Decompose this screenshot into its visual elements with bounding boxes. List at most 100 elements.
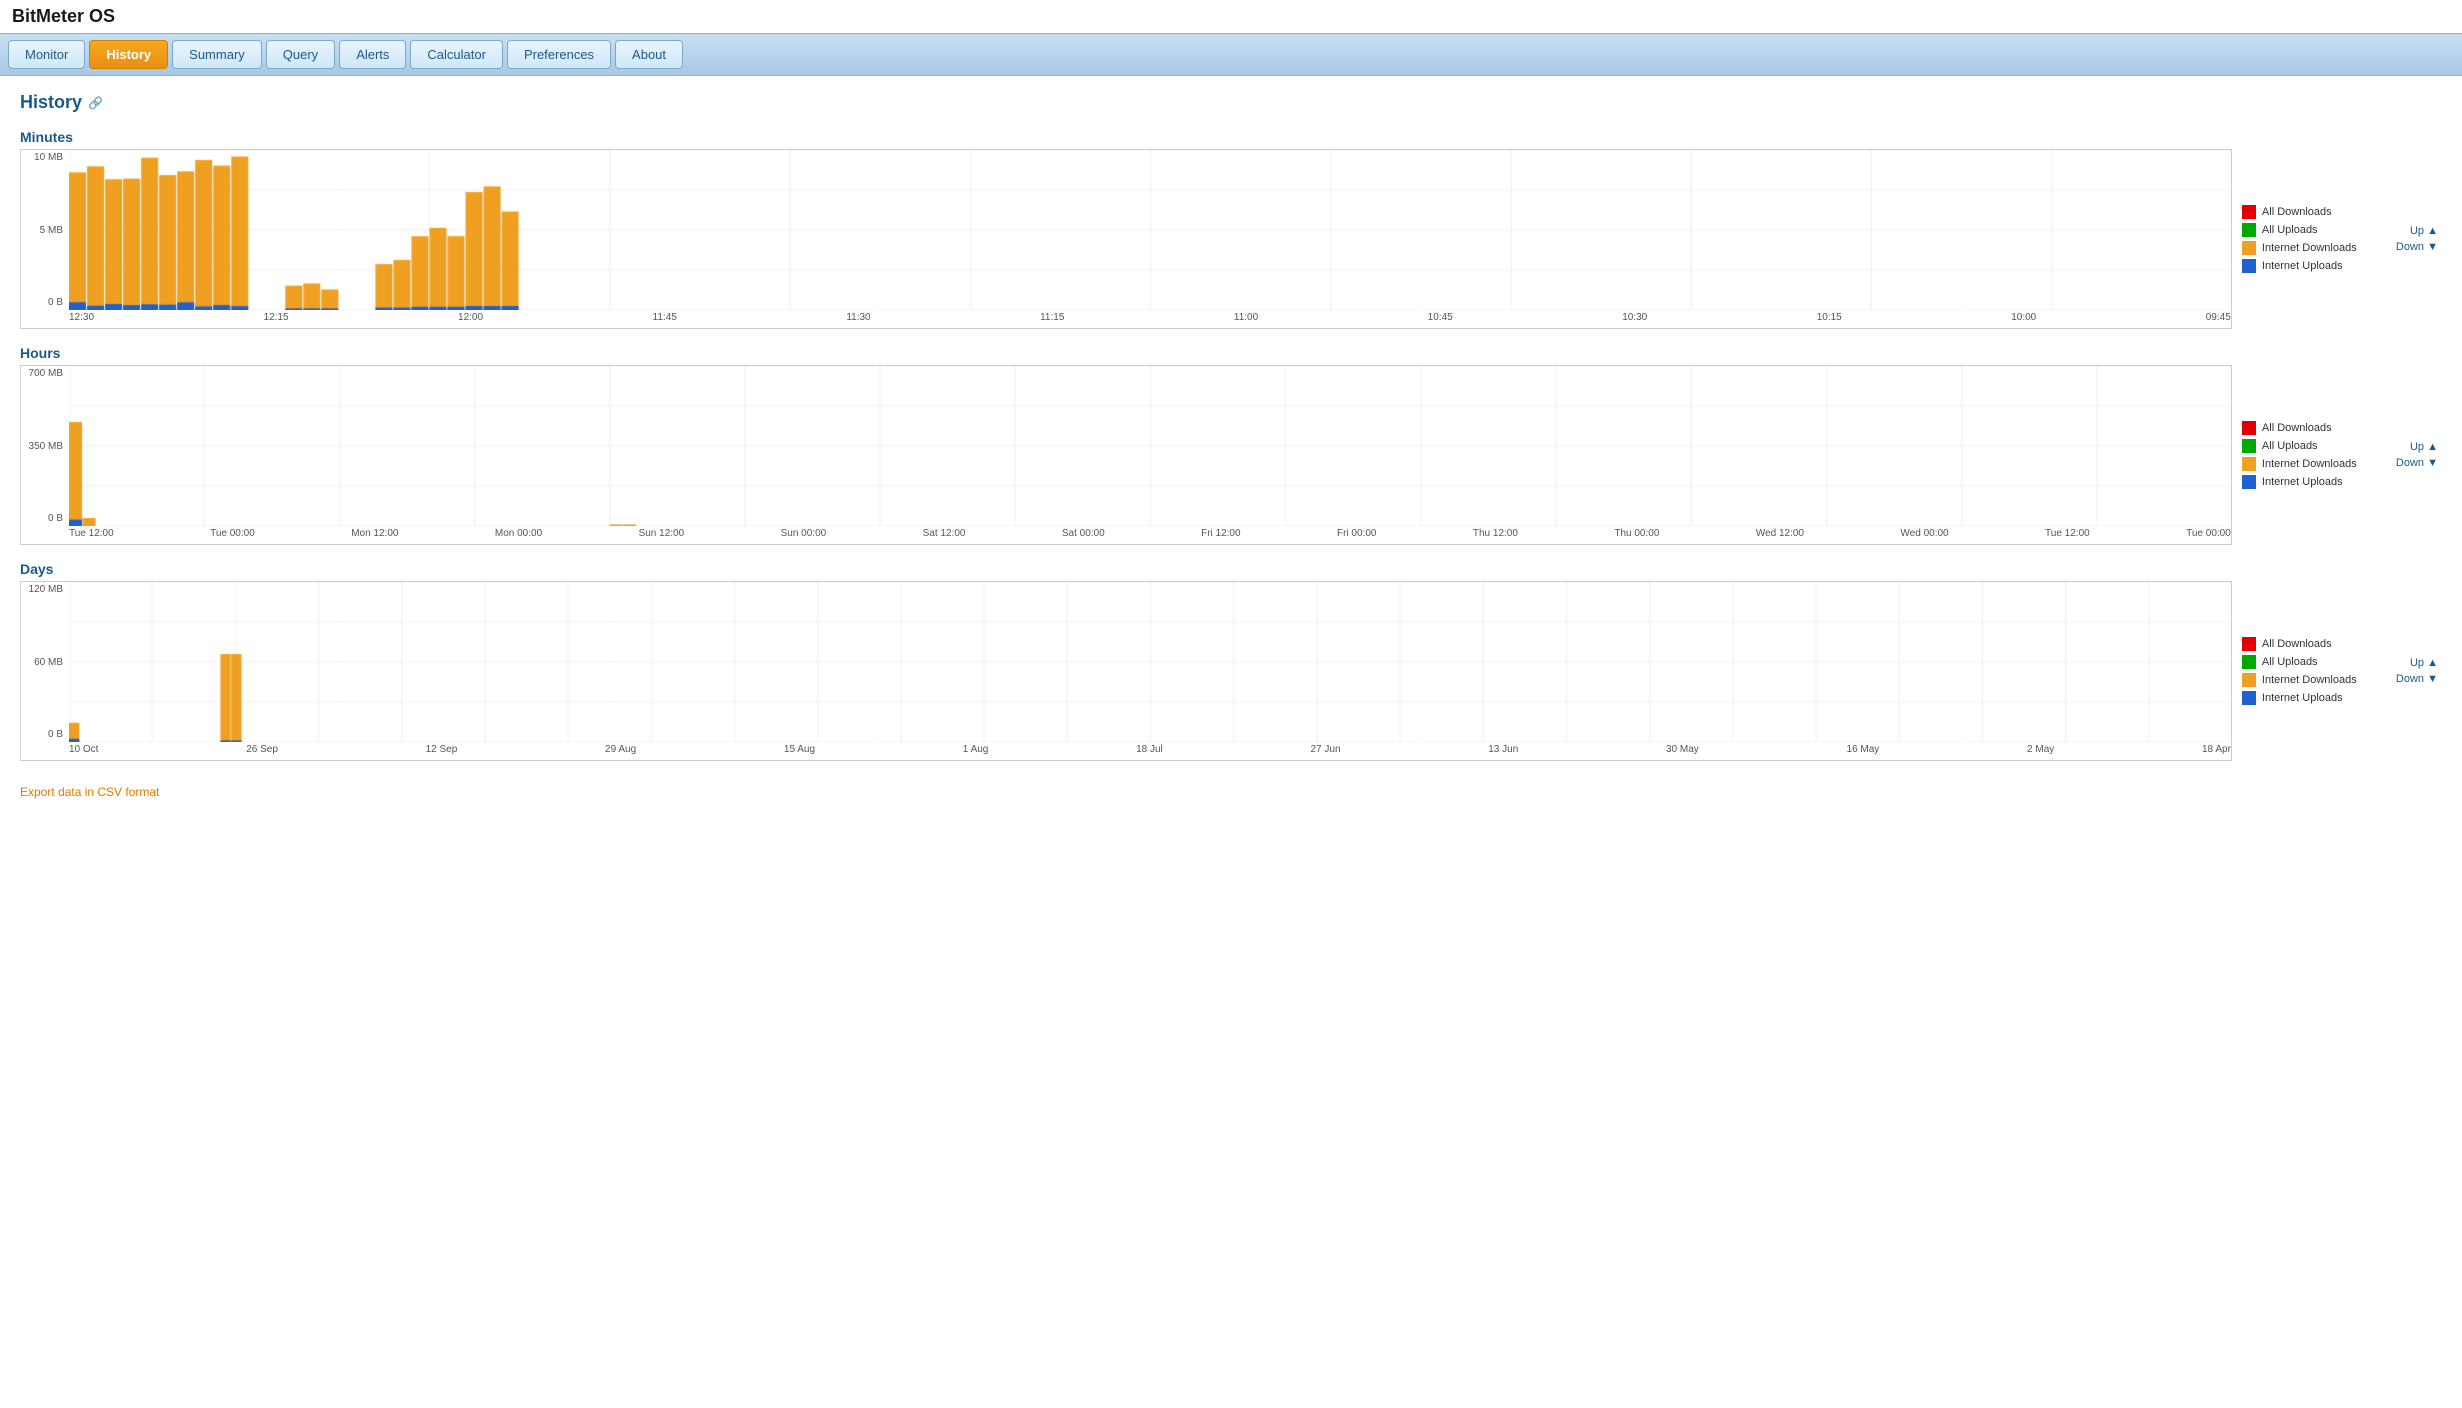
x-label: Sun 00:00 (781, 528, 827, 544)
app-title: BitMeter OS (0, 0, 2462, 33)
x-label: Tue 00:00 (2186, 528, 2231, 544)
chart-down-button[interactable]: Down ▼ (2396, 241, 2438, 253)
legend-swatch (2242, 439, 2256, 453)
nav-tab-summary[interactable]: Summary (172, 40, 262, 69)
section-title-hours: Hours (20, 345, 2442, 361)
x-label: 15 Aug (784, 744, 815, 760)
page-title: History 🔗 (20, 92, 2442, 113)
y-label: 60 MB (34, 657, 63, 668)
nav-tab-query[interactable]: Query (266, 40, 335, 69)
x-label: 13 Jun (1488, 744, 1518, 760)
section-title-minutes: Minutes (20, 129, 2442, 145)
y-label: 0 B (48, 729, 63, 740)
legend-swatch (2242, 259, 2256, 273)
nav-tab-history[interactable]: History (89, 40, 168, 69)
legend-item: All Uploads (2242, 223, 2382, 237)
y-label: 0 B (48, 297, 63, 308)
x-label: 12:15 (264, 312, 289, 328)
x-label: Thu 00:00 (1614, 528, 1659, 544)
chart-row-hours: 700 MB350 MB0 BTue 12:00Tue 00:00Mon 12:… (20, 365, 2442, 545)
nav-tab-about[interactable]: About (615, 40, 683, 69)
x-label: 12 Sep (426, 744, 458, 760)
chart-down-button[interactable]: Down ▼ (2396, 673, 2438, 685)
x-label: Fri 12:00 (1201, 528, 1240, 544)
section-title-days: Days (20, 561, 2442, 577)
legend-label: Internet Uploads (2262, 692, 2343, 704)
legend-label: Internet Downloads (2262, 242, 2357, 254)
legend-item: Internet Uploads (2242, 475, 2382, 489)
nav-tab-calculator[interactable]: Calculator (410, 40, 503, 69)
chart-legend-days: All DownloadsAll UploadsInternet Downloa… (2232, 581, 2392, 761)
x-label: 12:00 (458, 312, 483, 328)
x-label: Fri 00:00 (1337, 528, 1376, 544)
x-label: Wed 12:00 (1756, 528, 1804, 544)
chart-up-button[interactable]: Up ▲ (2410, 657, 2438, 669)
chart-canvas-days (69, 582, 2231, 742)
chart-down-button[interactable]: Down ▼ (2396, 457, 2438, 469)
legend-swatch (2242, 637, 2256, 651)
chart-row-days: 120 MB 60 MB 0 B 10 Oct 26 Sep 12 Sep 29 Aug 15… (20, 581, 2442, 761)
x-label: 1 Aug (963, 744, 989, 760)
x-label: 11:15 (1040, 312, 1064, 328)
x-label: Tue 12:00 (2045, 528, 2090, 544)
nav-tab-preferences[interactable]: Preferences (507, 40, 611, 69)
legend-label: All Downloads (2262, 206, 2332, 218)
help-icon[interactable]: 🔗 (88, 96, 103, 110)
x-label: 12:30 (69, 312, 94, 328)
x-label: Tue 00:00 (210, 528, 255, 544)
legend-item: All Uploads (2242, 655, 2382, 669)
legend-label: Internet Uploads (2262, 476, 2343, 488)
x-label: Mon 00:00 (495, 528, 542, 544)
chart-legend-minutes: All Downloads All Uploads Internet Downloa… (2232, 149, 2392, 329)
legend-item: Internet Downloads (2242, 457, 2382, 471)
legend-swatch (2242, 655, 2256, 669)
x-label: 26 Sep (246, 744, 278, 760)
x-label: 29 Aug (605, 744, 636, 760)
legend-swatch (2242, 457, 2256, 471)
x-label: 27 Jun (1311, 744, 1341, 760)
export-csv-link[interactable]: Export data in CSV format (20, 785, 159, 799)
x-label: 10 Oct (69, 744, 98, 760)
y-label: 10 MB (34, 152, 63, 163)
x-label: 10:45 (1428, 312, 1453, 328)
chart-row-minutes: 10 MB5 MB0 B12:3012:1512:0011:4511:3011:… (20, 149, 2442, 329)
x-label: 16 May (1847, 744, 1880, 760)
x-label: 10:00 (2011, 312, 2036, 328)
y-label: 5 MB (40, 225, 63, 236)
chart-canvas-hours (69, 366, 2231, 526)
y-label: 350 MB (29, 441, 63, 452)
legend-label: Internet Downloads (2262, 458, 2357, 470)
x-label: 11:30 (846, 312, 870, 328)
x-label: 30 May (1666, 744, 1699, 760)
chart-controls-days: Up ▲ Down ▼ (2392, 581, 2442, 761)
legend-item: Internet Uploads (2242, 259, 2382, 273)
chart-legend-hours: All Downloads All Uploads Internet Downloa… (2232, 365, 2392, 545)
x-label: Mon 12:00 (351, 528, 398, 544)
x-label: 11:00 (1234, 312, 1258, 328)
nav-tab-monitor[interactable]: Monitor (8, 40, 85, 69)
chart-up-button[interactable]: Up ▲ (2410, 441, 2438, 453)
nav-tab-alerts[interactable]: Alerts (339, 40, 406, 69)
x-label: 18 Jul (1136, 744, 1163, 760)
x-label: 10:30 (1622, 312, 1647, 328)
legend-item: Internet Uploads (2242, 691, 2382, 705)
chart-canvas-minutes (69, 150, 2231, 310)
legend-item: All Downloads (2242, 421, 2382, 435)
legend-swatch (2242, 475, 2256, 489)
x-label: 18 Apr (2202, 744, 2231, 760)
chart-up-button[interactable]: Up ▲ (2410, 225, 2438, 237)
legend-label: All Uploads (2262, 224, 2318, 236)
y-label: 700 MB (29, 368, 63, 379)
legend-item: Internet Downloads (2242, 241, 2382, 255)
legend-item: All Uploads (2242, 439, 2382, 453)
legend-label: Internet Downloads (2262, 674, 2357, 686)
legend-label: All Downloads (2262, 422, 2332, 434)
nav-bar: MonitorHistorySummaryQueryAlertsCalculat… (0, 33, 2462, 76)
charts-area: Minutes10 MB5 MB0 B12:3012:1512:0011:451… (20, 129, 2442, 761)
legend-swatch (2242, 691, 2256, 705)
legend-label: All Uploads (2262, 656, 2318, 668)
y-label: 120 MB (29, 584, 63, 595)
x-label: 10:15 (1817, 312, 1842, 328)
x-label: Sun 12:00 (639, 528, 685, 544)
x-label: Wed 00:00 (1900, 528, 1948, 544)
